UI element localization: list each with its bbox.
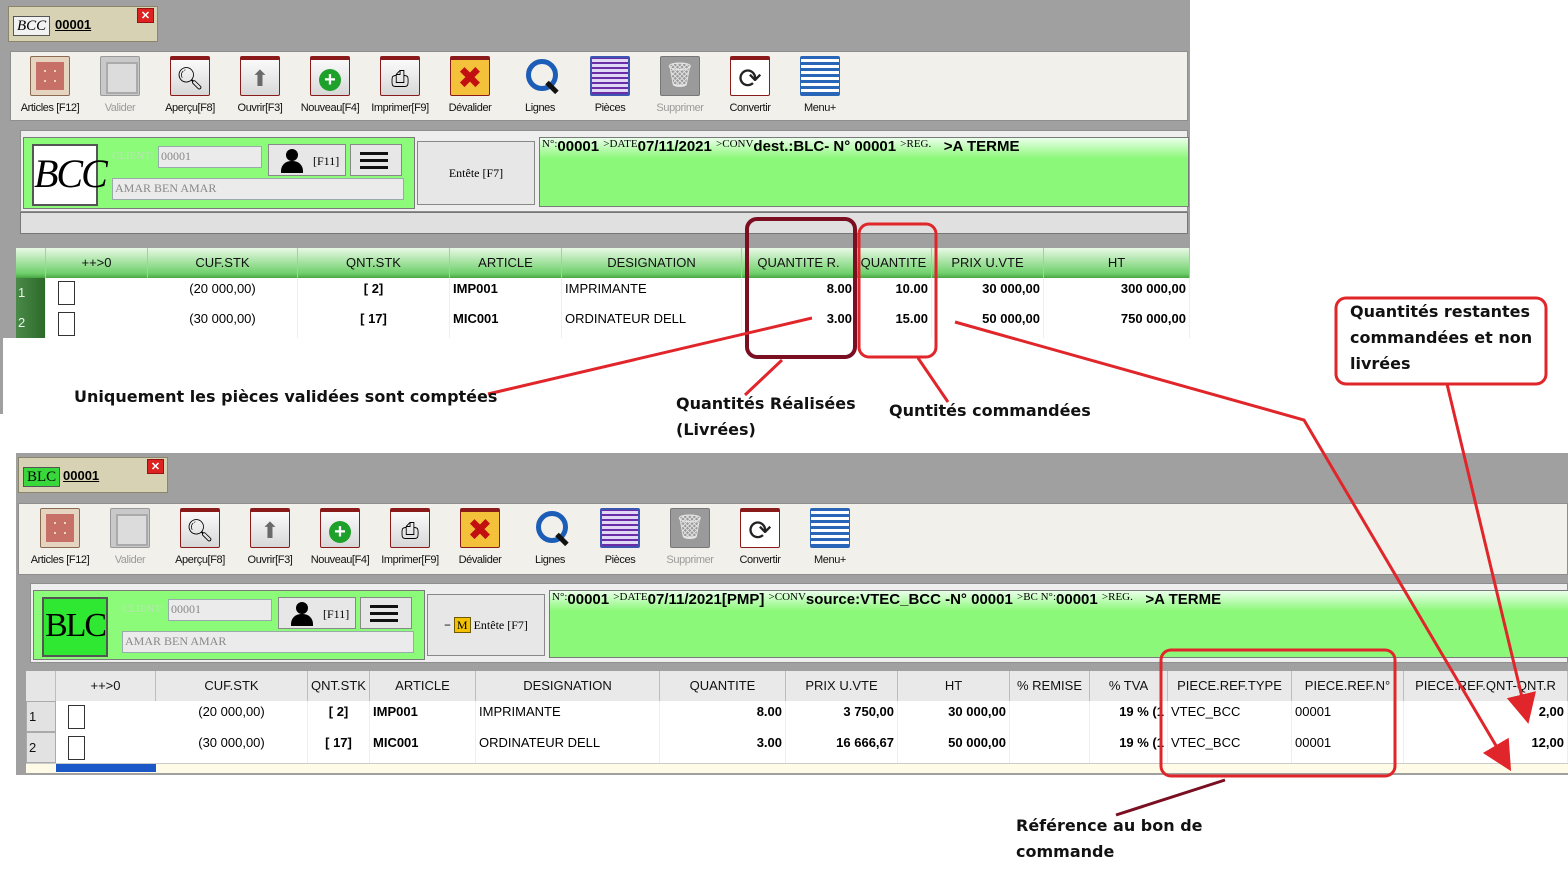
annotation-remaining-line2: commandées et non <box>1350 328 1533 347</box>
annotation-remaining: Quantités restantes commandées et non li… <box>1350 299 1532 377</box>
annotation-reference: Référence au bon de commande <box>1016 813 1203 865</box>
remaining-callout-arrow <box>1445 383 1536 724</box>
reference-connector <box>1115 778 1226 817</box>
annotation-realised-line1: Quantités Réalisées <box>676 394 856 413</box>
realised-connector <box>743 358 784 397</box>
ordered-connector <box>916 357 950 403</box>
quantite-r-highlight <box>745 217 857 359</box>
annotation-realised-line2: (Livrées) <box>676 420 756 439</box>
annotation-reference-line1: Référence au bon de <box>1016 816 1203 835</box>
annotation-ordered: Quntités commandées <box>889 401 1091 420</box>
ordered-to-remaining-arrow <box>954 320 1512 772</box>
annotation-remaining-line1: Quantités restantes <box>1350 302 1531 321</box>
piece-ref-highlight <box>1159 648 1397 778</box>
annotation-reference-line2: commande <box>1016 842 1115 861</box>
quantite-highlight <box>857 222 938 359</box>
annotation-remaining-line3: livrées <box>1350 354 1411 373</box>
annotation-validated-only: Uniquement les pièces validées sont comp… <box>74 387 498 406</box>
annotation-realised: Quantités Réalisées (Livrées) <box>676 391 856 443</box>
